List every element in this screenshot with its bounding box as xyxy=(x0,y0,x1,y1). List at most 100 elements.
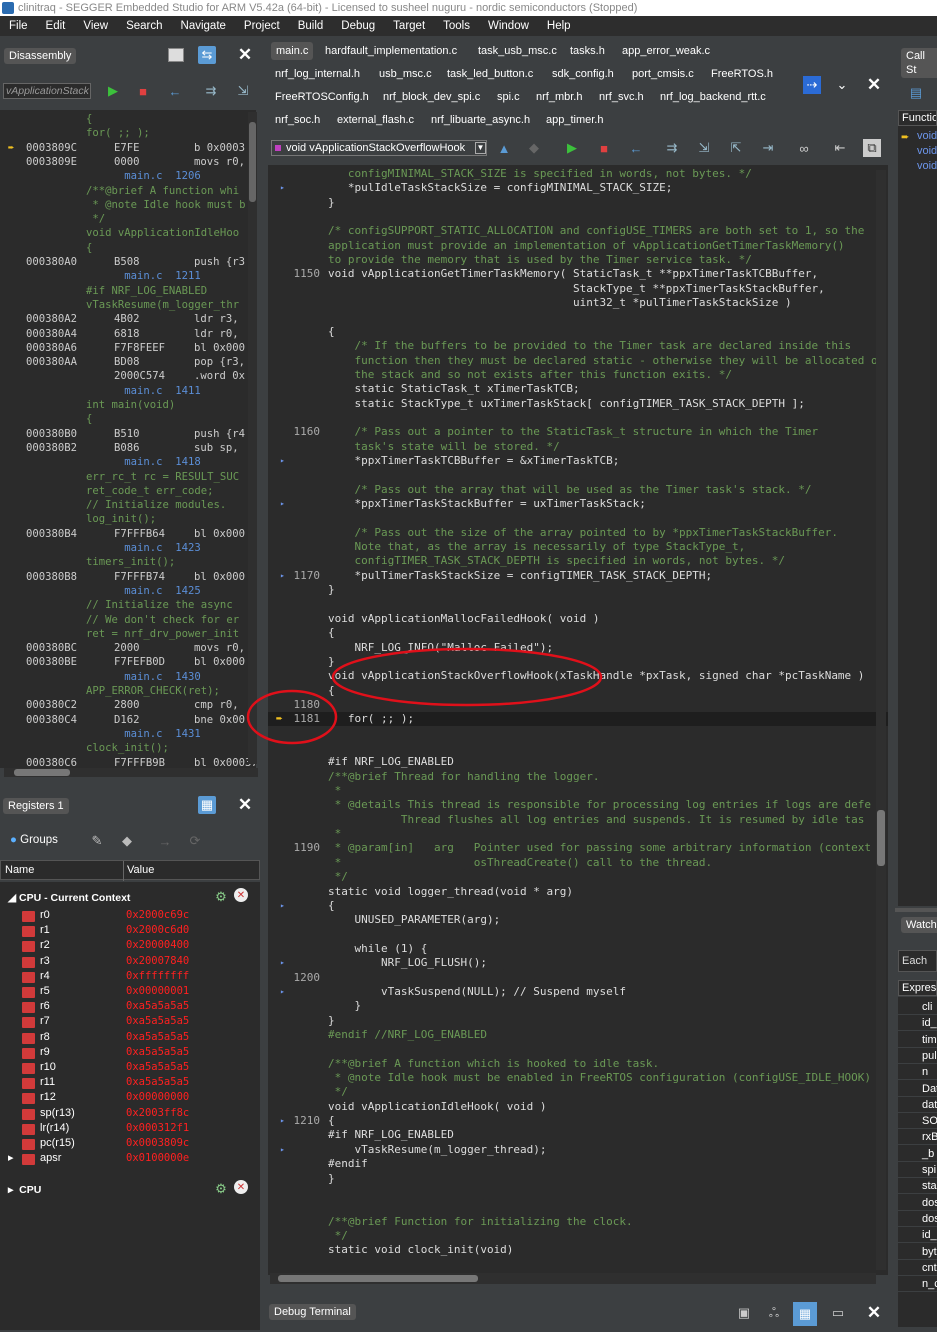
code-line[interactable]: } xyxy=(268,1014,888,1028)
file-tab[interactable]: usb_msc.c xyxy=(379,65,432,83)
code-line[interactable]: the stack and so not exists after this f… xyxy=(268,368,888,382)
disassembly-instruction[interactable]: 000380C6 F7FFFB9B bl 0x00037 xyxy=(0,756,256,769)
window-icon[interactable] xyxy=(168,48,184,62)
register-value[interactable]: 0x20000400 xyxy=(126,938,189,953)
run-icon[interactable]: ▶ xyxy=(563,139,581,157)
code-line[interactable]: * osThreadCreate() call to the thread. xyxy=(268,856,888,870)
function-selector[interactable]: void vApplicationStackOverflowHook ▼ xyxy=(271,140,487,156)
code-line[interactable]: configMINIMAL_STACK_SIZE is specified in… xyxy=(268,167,888,181)
stop-icon[interactable]: ■ xyxy=(134,82,152,100)
disassembly-instruction[interactable]: 000380AA BD08 pop {r3, xyxy=(0,355,256,369)
disassembly-instruction[interactable]: 000380A0 B508 push {r3 xyxy=(0,255,256,269)
each-second-dropdown[interactable]: Each Se xyxy=(898,950,937,972)
code-line[interactable]: application must provide an implementati… xyxy=(268,239,888,253)
register-row[interactable]: r7 0xa5a5a5a5 xyxy=(0,1014,260,1029)
code-line[interactable] xyxy=(268,1042,888,1056)
register-value[interactable]: 0xa5a5a5a5 xyxy=(126,1045,189,1060)
watch-item[interactable]: SOC xyxy=(898,1113,937,1130)
watch-item[interactable]: id_ xyxy=(898,1015,937,1032)
disassembly-source-line[interactable]: main.c 1430 xyxy=(0,670,256,684)
file-tab[interactable]: nrf_svc.h xyxy=(599,88,644,106)
register-row[interactable]: r3 0x20007840 xyxy=(0,954,260,969)
code-line[interactable]: /* Pass out the size of the array pointe… xyxy=(268,526,888,540)
code-line[interactable]: */ xyxy=(268,870,888,884)
code-line[interactable]: } xyxy=(268,196,888,210)
file-tab[interactable]: nrf_mbr.h xyxy=(536,88,582,106)
code-line[interactable] xyxy=(268,210,888,224)
debug-terminal-tab[interactable]: Debug Terminal xyxy=(269,1304,356,1320)
groups-dropdown[interactable]: ● Groups xyxy=(10,834,58,846)
file-tab[interactable]: main.c xyxy=(271,42,314,60)
code-line[interactable]: #endif //NRF_LOG_ENABLED xyxy=(268,1028,888,1042)
disassembly-instruction[interactable]: 000380A6 F7F8FEEF bl 0x000 xyxy=(0,341,256,355)
code-line[interactable]: /* Pass out the array that will be used … xyxy=(268,483,888,497)
group-close-icon[interactable]: ✕ xyxy=(234,1180,248,1194)
code-line[interactable]: StackType_t **ppxTimerTaskStackBuffer, xyxy=(268,282,888,296)
code-line[interactable]: } xyxy=(268,1172,888,1186)
register-value[interactable]: 0x00000000 xyxy=(126,1090,189,1105)
code-line[interactable]: configTIMER_TASK_STACK_DEPTH is specifie… xyxy=(268,554,888,568)
register-row[interactable]: lr(r14) 0x000312f1 xyxy=(0,1121,260,1136)
code-line[interactable]: #if NRF_LOG_ENABLED xyxy=(268,755,888,769)
code-line[interactable]: /* If the buffers to be provided to the … xyxy=(268,339,888,353)
registers-close-icon[interactable]: ✕ xyxy=(236,795,254,814)
disassembly-source-line[interactable]: clock_init(); xyxy=(0,741,256,755)
code-line[interactable] xyxy=(268,741,888,755)
disassembly-source-line[interactable]: // Initialize the async xyxy=(0,598,256,612)
value-column-header[interactable]: Value xyxy=(127,864,154,876)
register-row[interactable]: pc(r15) 0x0003809c xyxy=(0,1136,260,1151)
binoculars-icon[interactable]: ஃ xyxy=(765,1304,783,1322)
disassembly-instruction[interactable]: 000380C4 D162 bne 0x00 xyxy=(0,713,256,727)
register-value[interactable]: 0xffffffff xyxy=(126,969,189,984)
code-line[interactable] xyxy=(268,1200,888,1214)
code-line[interactable]: static StaticTask_t xTimerTaskTCB; xyxy=(268,382,888,396)
code-line[interactable]: */ xyxy=(268,1229,888,1243)
code-line[interactable]: { xyxy=(268,684,888,698)
breakpoint-marker-icon[interactable]: ▸ xyxy=(280,956,285,970)
disassembly-source-line[interactable]: // We don't check for er xyxy=(0,613,256,627)
breakpoint-marker-icon[interactable]: ▸ xyxy=(280,454,285,468)
file-tab[interactable]: sdk_config.h xyxy=(552,65,614,83)
window-icon[interactable]: ⧉ xyxy=(863,139,881,157)
register-row[interactable]: sp(r13) 0x2003ff8c xyxy=(0,1106,260,1121)
disassembly-instruction[interactable]: 2000C574 .word 0x xyxy=(0,369,256,383)
terminal-clear-icon[interactable]: ▣ xyxy=(735,1304,753,1322)
back-icon[interactable]: ← xyxy=(627,139,645,157)
code-line[interactable]: 1200 xyxy=(268,971,888,985)
watch-item[interactable]: dos xyxy=(898,1194,937,1211)
editor-hscrollbar[interactable] xyxy=(270,1273,876,1284)
register-value[interactable]: 0xa5a5a5a5 xyxy=(126,1014,189,1029)
code-line[interactable]: static void logger_thread(void * arg) xyxy=(268,885,888,899)
breakpoint-marker-icon[interactable]: ▸ xyxy=(280,899,285,913)
watch-item[interactable]: dat xyxy=(898,1096,937,1113)
file-tab[interactable]: nrf_libuarte_async.h xyxy=(431,111,530,129)
disassembly-source-line[interactable]: main.c 1206 xyxy=(0,169,256,183)
group-settings-icon[interactable]: ⚙ xyxy=(212,888,230,906)
disassembly-source-line[interactable]: { xyxy=(0,241,256,255)
register-value[interactable]: 0xa5a5a5a5 xyxy=(126,1030,189,1045)
disassembly-source-line[interactable]: ret_code_t err_code; xyxy=(0,484,256,498)
step-into-icon[interactable]: ⇲ xyxy=(695,139,713,157)
code-editor[interactable]: configMINIMAL_STACK_SIZE is specified in… xyxy=(268,165,888,1275)
disassembly-vscrollbar[interactable] xyxy=(248,112,257,764)
disassembly-source-line[interactable]: */ xyxy=(0,212,256,226)
register-value[interactable]: 0x00000001 xyxy=(126,984,189,999)
code-line[interactable]: * xyxy=(268,827,888,841)
register-row[interactable]: r9 0xa5a5a5a5 xyxy=(0,1045,260,1060)
register-value[interactable]: 0xa5a5a5a5 xyxy=(126,1060,189,1075)
disassembly-instruction[interactable]: 000380BE F7FEFB0D bl 0x000 xyxy=(0,655,256,669)
file-tab[interactable]: nrf_block_dev_spi.c xyxy=(383,88,480,106)
menu-item-edit[interactable]: Edit xyxy=(37,20,75,32)
menu-item-navigate[interactable]: Navigate xyxy=(172,20,235,32)
file-tab[interactable]: FreeRTOSConfig.h xyxy=(275,88,369,106)
watch-item[interactable]: Dat xyxy=(898,1080,937,1097)
code-line[interactable]: ▸ *pulIdleTaskStackSize = configMINIMAL_… xyxy=(268,181,888,195)
register-row[interactable]: ▸ apsr 0x0100000e xyxy=(0,1151,260,1166)
registers-window-icon[interactable]: ▦ xyxy=(198,796,216,814)
disassembly-source-line[interactable]: err_rc_t rc = RESULT_SUC xyxy=(0,470,256,484)
disassembly-source-line[interactable]: ret = nrf_drv_power_init xyxy=(0,627,256,641)
stop-icon[interactable]: ■ xyxy=(595,139,613,157)
register-value[interactable]: 0x0100000e xyxy=(126,1151,189,1166)
disassembly-instruction[interactable]: 000380A4 6818 ldr r0, xyxy=(0,327,256,341)
code-line[interactable]: void vApplicationStackOverflowHook(xTask… xyxy=(268,669,888,683)
